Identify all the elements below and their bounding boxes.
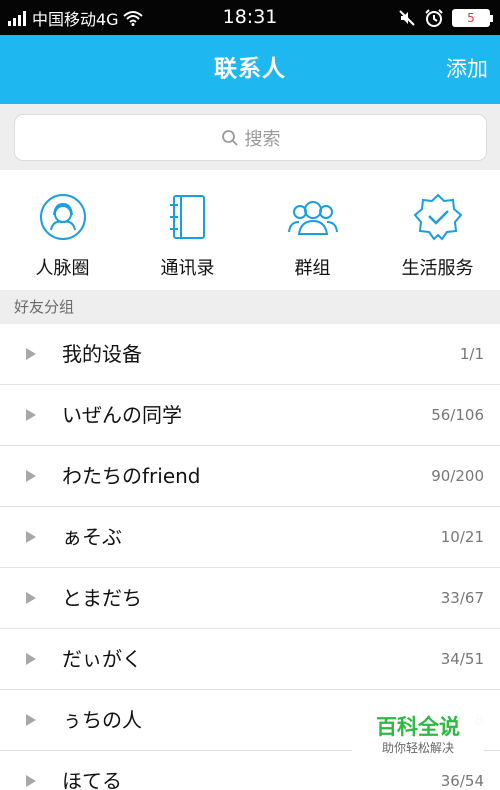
expand-arrow-icon <box>26 348 36 360</box>
group-row[interactable]: いぜんの同学 56/106 <box>0 385 500 446</box>
group-row[interactable]: とまだち 33/67 <box>0 568 500 629</box>
status-bar: 中国移动4G 18:31 5 <box>0 0 500 35</box>
group-row[interactable]: だぃがく 34/51 <box>0 629 500 690</box>
search-icon <box>221 129 238 146</box>
expand-arrow-icon <box>26 653 36 665</box>
badge-check-icon <box>413 193 462 241</box>
quick-action-contact-circle[interactable]: 人脉圈 <box>0 170 125 290</box>
add-button[interactable]: 添加 <box>446 35 488 104</box>
address-book-icon <box>169 195 205 239</box>
group-name: ぁそぶ <box>62 525 122 549</box>
battery-icon: 5 <box>452 8 493 27</box>
expand-arrow-icon <box>26 470 36 482</box>
group-count: 1/1 <box>459 345 484 363</box>
group-name: だぃがく <box>62 647 142 671</box>
status-right: 5 <box>398 0 493 35</box>
watermark-subtitle: 助你轻松解决 <box>381 741 454 755</box>
contact-circle-icon <box>39 194 86 240</box>
expand-arrow-icon <box>26 775 36 787</box>
group-row[interactable]: 我的设备 1/1 <box>0 324 500 385</box>
watermark-logo: 百科全说 助你轻松解决 <box>352 712 484 762</box>
group-name: ぅちの人 <box>62 708 142 732</box>
quick-actions: 人脉圈 通讯录 群组 生活服务 <box>0 170 500 290</box>
group-name: わたちのfriend <box>62 464 201 488</box>
quick-action-address-book[interactable]: 通讯录 <box>125 170 250 290</box>
watermark-title: 百科全说 <box>376 715 460 739</box>
quick-action-label: 通讯录 <box>160 258 215 279</box>
group-row[interactable]: ぁそぶ 10/21 <box>0 507 500 568</box>
group-name: いぜんの同学 <box>62 403 182 427</box>
expand-arrow-icon <box>26 409 36 421</box>
search-bar: 搜索 <box>0 104 500 170</box>
app-header: 联系人 添加 <box>0 35 500 104</box>
group-row[interactable]: わたちのfriend 90/200 <box>0 446 500 507</box>
search-input[interactable]: 搜索 <box>14 114 487 161</box>
group-count: 34/51 <box>440 650 484 668</box>
quick-action-label: 生活服务 <box>401 258 474 279</box>
group-name: ほてる <box>62 769 122 790</box>
group-name: 我的设备 <box>62 342 142 366</box>
group-count: 90/200 <box>431 467 484 485</box>
expand-arrow-icon <box>26 714 36 726</box>
group-count: 33/67 <box>440 589 484 607</box>
alarm-icon <box>425 8 443 27</box>
expand-arrow-icon <box>26 531 36 543</box>
quick-action-label: 人脉圈 <box>35 258 90 279</box>
group-count: 10/21 <box>440 528 484 546</box>
quick-action-label: 群组 <box>294 258 331 279</box>
page-title: 联系人 <box>214 56 286 82</box>
group-count: 56/106 <box>431 406 484 424</box>
group-icon <box>287 201 338 235</box>
friend-groups-header: 好友分组 <box>0 290 500 324</box>
mute-icon <box>399 9 415 26</box>
quick-action-group[interactable]: 群组 <box>250 170 375 290</box>
group-name: とまだち <box>62 586 142 610</box>
expand-arrow-icon <box>26 592 36 604</box>
quick-action-life-service[interactable]: 生活服务 <box>375 170 500 290</box>
search-placeholder: 搜索 <box>244 128 281 150</box>
